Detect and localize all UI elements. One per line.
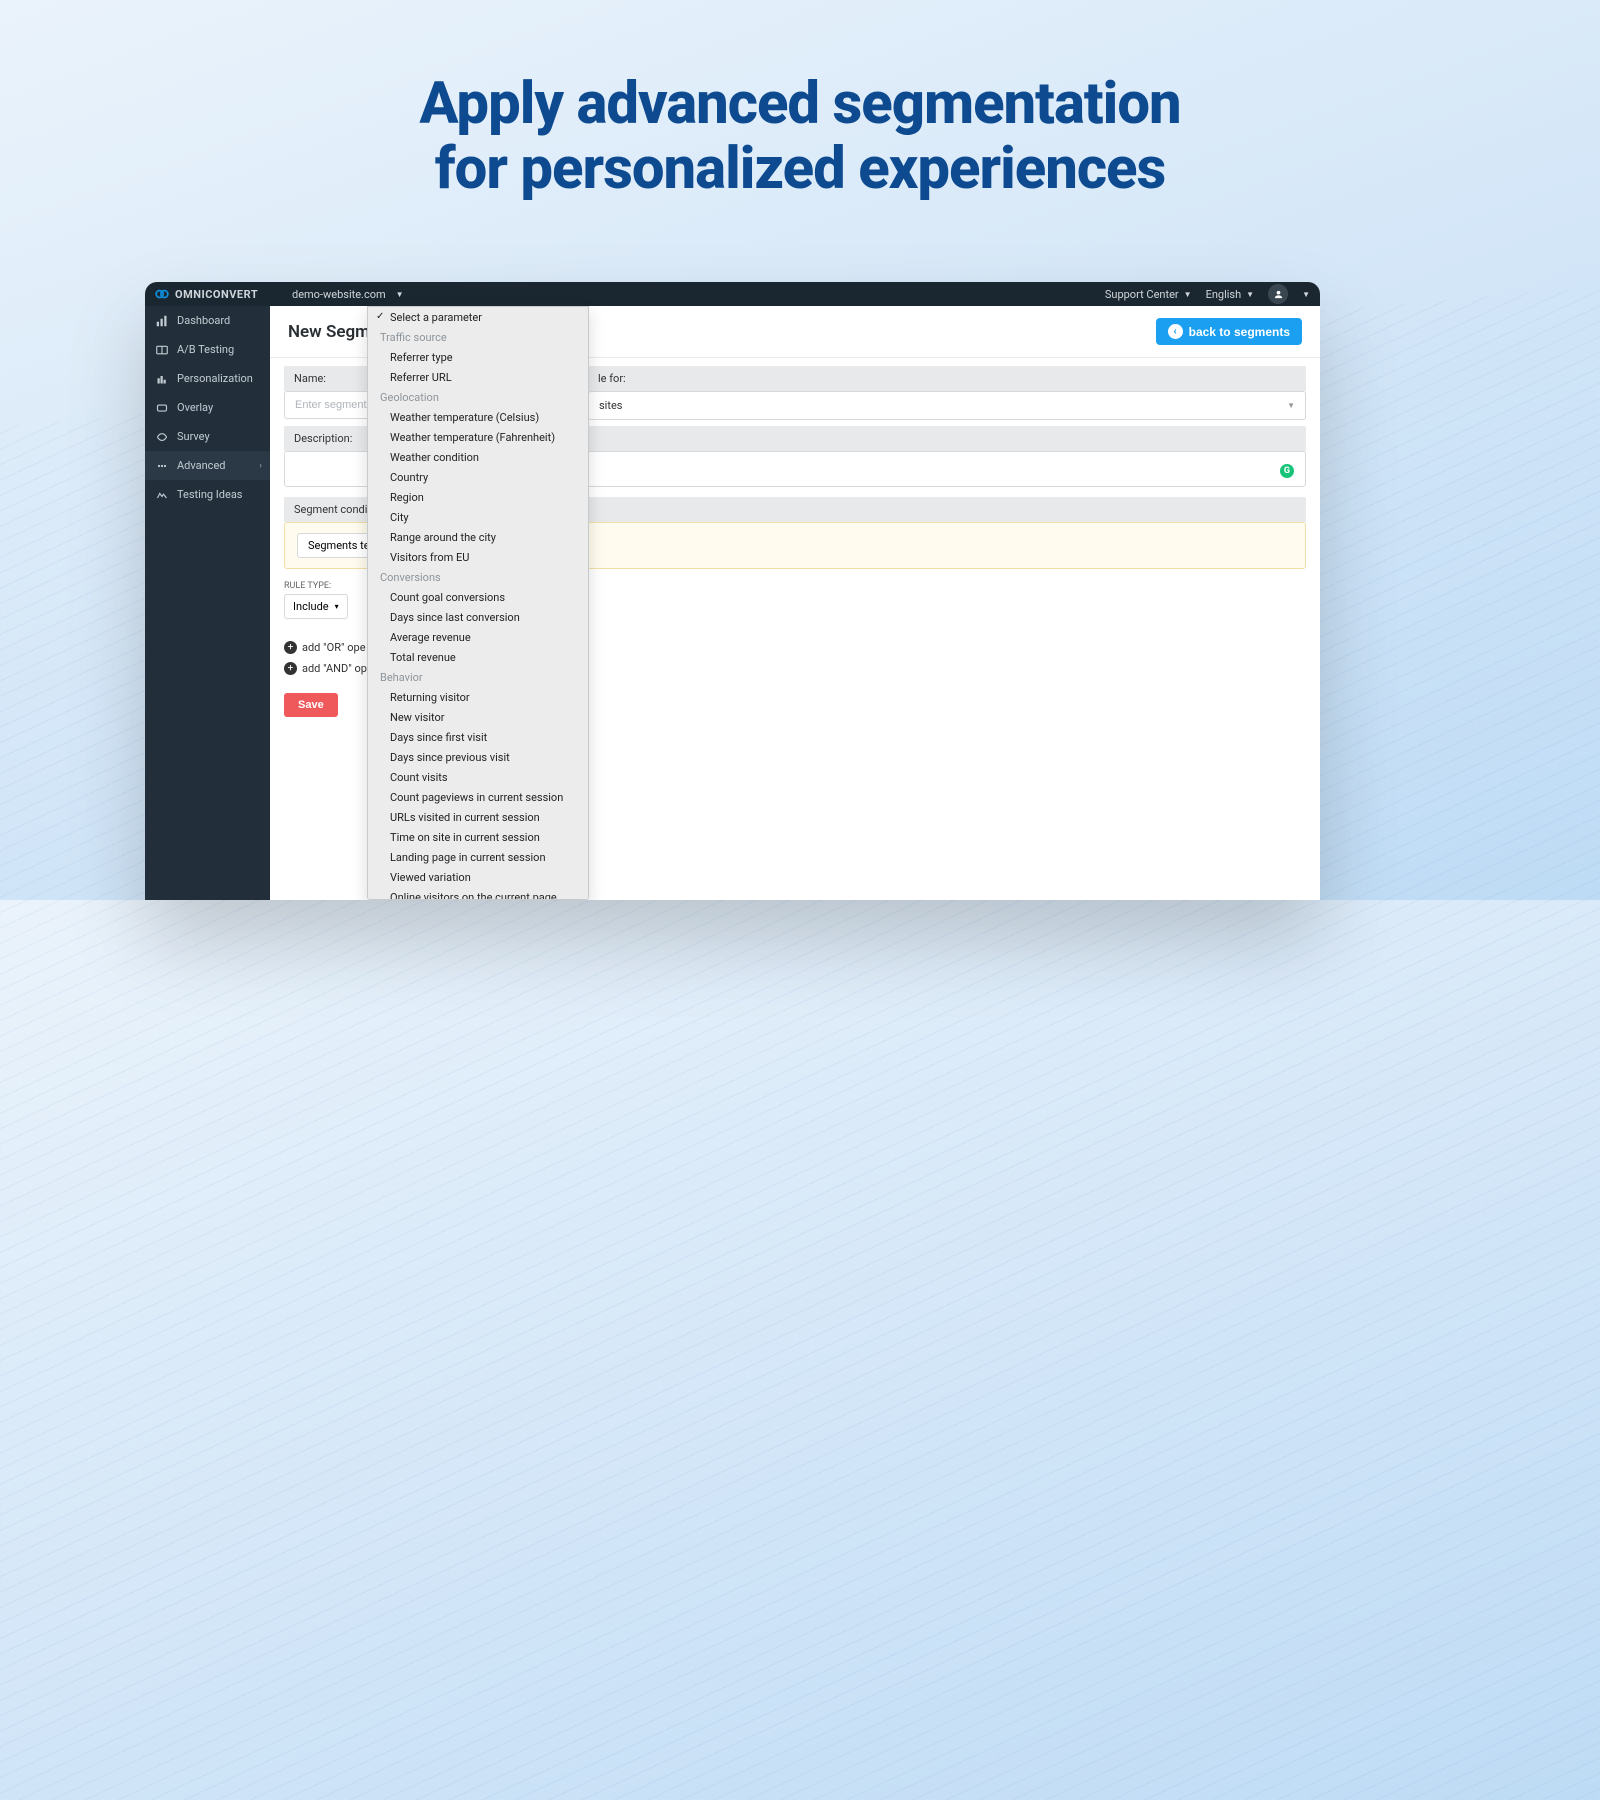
account-menu[interactable] [1268, 284, 1288, 304]
chevron-down-icon: ▼ [396, 290, 404, 299]
triangle-down-icon: ▼ [1287, 401, 1295, 410]
site-selector[interactable]: demo-website.com ▼ [280, 288, 416, 301]
advanced-icon [155, 460, 169, 472]
dropdown-group-label: Geolocation [368, 387, 588, 407]
survey-icon [155, 431, 169, 443]
dropdown-option[interactable]: Online visitors on the current page [368, 887, 588, 900]
sidebar-item-advanced[interactable]: Advanced › [145, 451, 270, 480]
dropdown-option[interactable]: Total revenue [368, 647, 588, 667]
dropdown-placeholder[interactable]: Select a parameter [368, 307, 588, 327]
sidebar-item-label: Survey [177, 430, 210, 443]
dropdown-group-label: Conversions [368, 567, 588, 587]
dropdown-option[interactable]: Weather temperature (Fahrenheit) [368, 427, 588, 447]
logo-icon [155, 287, 169, 301]
dropdown-option[interactable]: Viewed variation [368, 867, 588, 887]
sidebar-item-label: Testing Ideas [177, 488, 242, 501]
dropdown-option[interactable]: Count goal conversions [368, 587, 588, 607]
dropdown-option[interactable]: City [368, 507, 588, 527]
dropdown-option[interactable]: Region [368, 487, 588, 507]
grammarly-icon: G [1280, 464, 1294, 478]
rule-type-value: Include [293, 600, 329, 613]
language-label: English [1206, 288, 1242, 301]
support-label: Support Center [1105, 288, 1179, 301]
sidebar-item-personalization[interactable]: Personalization [145, 364, 270, 393]
dropdown-option[interactable]: Weather temperature (Celsius) [368, 407, 588, 427]
sidebar-item-label: Advanced [177, 459, 225, 472]
sidebar-item-label: Dashboard [177, 314, 230, 327]
back-label: back to segments [1189, 325, 1290, 339]
dropdown-option[interactable]: Referrer URL [368, 367, 588, 387]
sidebar-item-abtesting[interactable]: A/B Testing [145, 335, 270, 364]
available-for-select[interactable]: sites ▼ [588, 391, 1306, 420]
sidebar-item-testing-ideas[interactable]: Testing Ideas [145, 480, 270, 509]
dropdown-option[interactable]: Visitors from EU [368, 547, 588, 567]
dropdown-option[interactable]: Count visits [368, 767, 588, 787]
dropdown-option[interactable]: Time on site in current session [368, 827, 588, 847]
ab-icon [155, 344, 169, 356]
bars-icon [155, 315, 169, 327]
dropdown-group-label: Behavior [368, 667, 588, 687]
chevron-down-icon: ▾ [335, 602, 339, 611]
dropdown-option[interactable]: Days since last conversion [368, 607, 588, 627]
dropdown-option[interactable]: Days since previous visit [368, 747, 588, 767]
add-and-label: add "AND" ope [302, 662, 373, 675]
site-name: demo-website.com [292, 288, 386, 301]
dropdown-option[interactable]: Average revenue [368, 627, 588, 647]
back-to-segments-button[interactable]: ‹ back to segments [1156, 318, 1302, 345]
add-or-label: add "OR" ope [302, 641, 366, 654]
support-link[interactable]: Support Center ▼ [1105, 288, 1192, 301]
brand-logo[interactable]: OMNICONVERT [155, 287, 280, 301]
ideas-icon [155, 489, 169, 501]
dropdown-option[interactable]: Landing page in current session [368, 847, 588, 867]
sidebar-item-overlay[interactable]: Overlay [145, 393, 270, 422]
dropdown-option[interactable]: Days since first visit [368, 727, 588, 747]
dropdown-option[interactable]: Country [368, 467, 588, 487]
marketing-headline: Apply advanced segmentation for personal… [0, 72, 1600, 202]
available-label: le for: [588, 366, 1306, 391]
sidebar-item-survey[interactable]: Survey [145, 422, 270, 451]
chevron-down-icon: ▼ [1302, 290, 1310, 299]
rule-type-select[interactable]: Include ▾ [284, 594, 348, 619]
brand-text: OMNICONVERT [175, 288, 258, 301]
plus-icon: + [284, 641, 297, 654]
dropdown-option[interactable]: Weather condition [368, 447, 588, 467]
rule-type-label: RULE TYPE: [284, 581, 348, 591]
dropdown-option[interactable]: Count pageviews in current session [368, 787, 588, 807]
dropdown-group-label: Traffic source [368, 327, 588, 347]
sidebar-item-label: Overlay [177, 401, 213, 414]
arrow-left-icon: ‹ [1168, 324, 1183, 339]
dropdown-option[interactable]: Returning visitor [368, 687, 588, 707]
dropdown-option[interactable]: Range around the city [368, 527, 588, 547]
dropdown-option[interactable]: Referrer type [368, 347, 588, 367]
chevron-down-icon: ▼ [1246, 290, 1254, 299]
parameter-dropdown[interactable]: Select a parameterTraffic sourceReferrer… [367, 306, 589, 900]
sidebar-item-label: Personalization [177, 372, 253, 385]
dropdown-option[interactable]: New visitor [368, 707, 588, 727]
language-selector[interactable]: English ▼ [1206, 288, 1255, 301]
sidebar-item-dashboard[interactable]: Dashboard [145, 306, 270, 335]
chevron-right-icon: › [259, 461, 262, 471]
dropdown-option[interactable]: URLs visited in current session [368, 807, 588, 827]
overlay-icon [155, 402, 169, 414]
save-button[interactable]: Save [284, 693, 338, 717]
sidebar-item-label: A/B Testing [177, 343, 234, 356]
chevron-down-icon: ▼ [1184, 290, 1192, 299]
personalization-icon [155, 373, 169, 385]
sidebar: Dashboard A/B Testing Personalization Ov… [145, 306, 270, 900]
app-window: OMNICONVERT demo-website.com ▼ Support C… [145, 282, 1320, 900]
available-value: sites [599, 399, 622, 412]
plus-icon: + [284, 662, 297, 675]
topbar: OMNICONVERT demo-website.com ▼ Support C… [145, 282, 1320, 306]
user-icon [1273, 289, 1284, 300]
